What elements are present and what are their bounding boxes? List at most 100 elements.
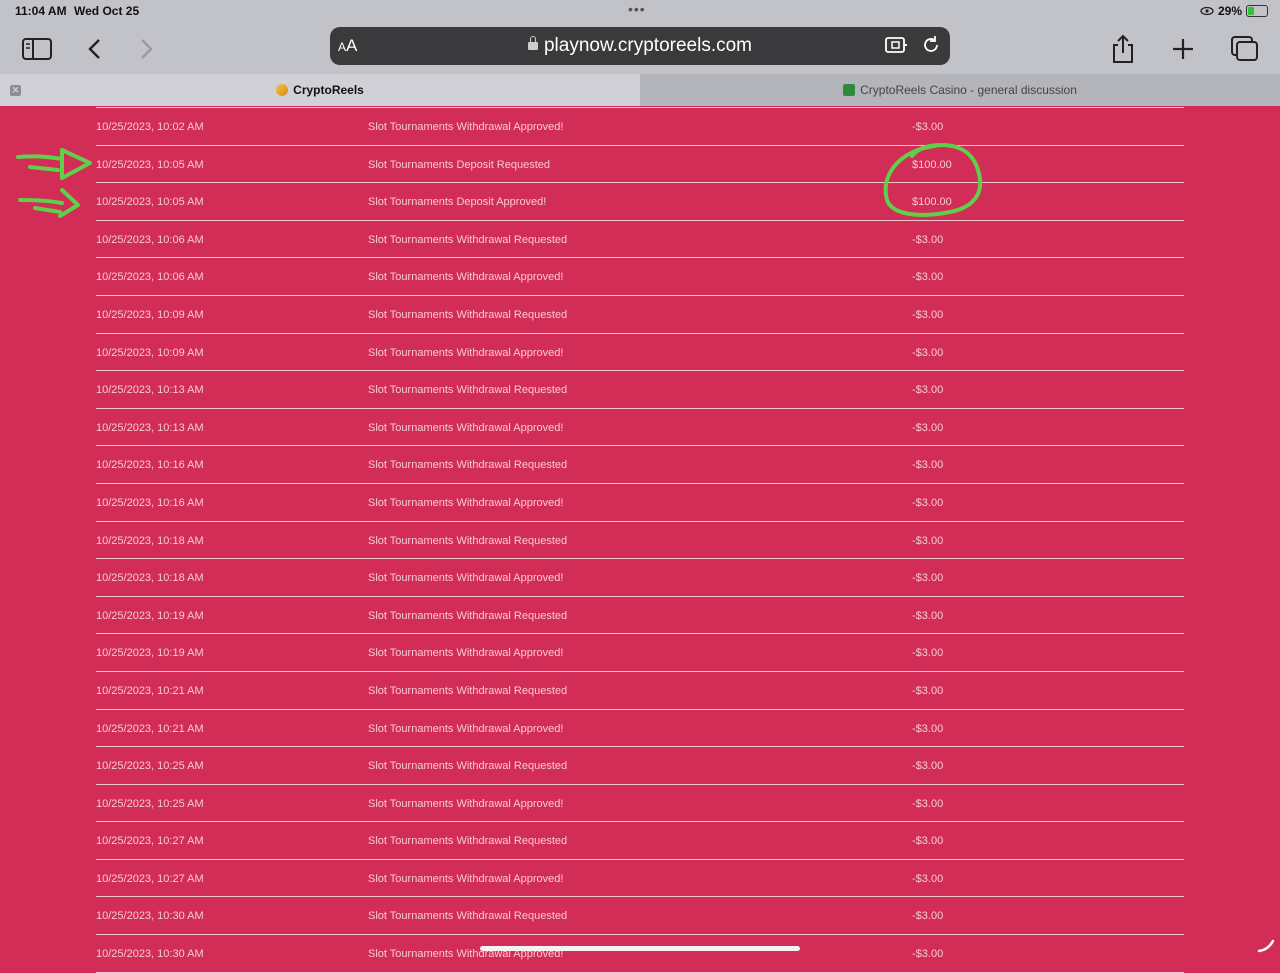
battery-icon: [1246, 5, 1268, 17]
table-row: 10/25/2023, 10:09 AM Slot Tournaments Wit…: [96, 296, 1184, 334]
table-row: 10/25/2023, 10:27 AM Slot Tournaments Wit…: [96, 822, 1184, 860]
tab-general-discussion[interactable]: CryptoReels Casino - general discussion: [640, 74, 1280, 106]
row-description: Slot Tournaments Withdrawal Requested: [368, 760, 568, 773]
row-datetime: 10/25/2023, 10:16 AM: [96, 459, 204, 472]
table-row: 10/25/2023, 10:19 AM Slot Tournaments Wit…: [96, 597, 1184, 635]
status-bar: 11:04 AM Wed Oct 25 ••• 29%: [0, 0, 1280, 24]
forum-favicon-icon: [843, 84, 856, 96]
row-datetime: 10/25/2023, 10:16 AM: [96, 496, 204, 509]
row-description: Slot Tournaments Withdrawal Requested: [368, 308, 568, 321]
row-description: Slot Tournaments Withdrawal Approved!: [368, 872, 564, 885]
row-amount: -$3.00: [912, 760, 944, 773]
sidebar-icon[interactable]: [20, 32, 54, 66]
table-row: 10/25/2023, 10:18 AM Slot Tournaments Wit…: [96, 559, 1184, 597]
tab-bar: ✕ CryptoReels CryptoReels Casino - gener…: [0, 74, 1280, 106]
row-description: Slot Tournaments Withdrawal Requested: [368, 835, 568, 848]
row-datetime: 10/25/2023, 10:30 AM: [96, 910, 204, 923]
url-text: playnow.cryptoreels.com: [543, 35, 753, 56]
row-amount: -$3.00: [912, 572, 944, 585]
row-description: Slot Tournaments Withdrawal Approved!: [368, 421, 564, 434]
back-icon[interactable]: [77, 32, 111, 66]
row-amount: -$3.00: [912, 910, 944, 923]
row-datetime: 10/25/2023, 10:05 AM: [96, 196, 204, 209]
tab-close-icon[interactable]: ✕: [10, 85, 21, 96]
table-row: 10/25/2023, 10:30 AM Slot Tournaments Wit…: [96, 935, 1184, 973]
table-row: 10/25/2023, 10:06 AM Slot Tournaments Wit…: [96, 258, 1184, 296]
new-tab-icon[interactable]: [1166, 32, 1200, 66]
address-bar[interactable]: AA playnow.cryptoreels.com: [330, 27, 950, 65]
row-amount: -$3.00: [912, 459, 944, 472]
row-datetime: 10/25/2023, 10:30 AM: [96, 948, 204, 961]
table-row: 10/25/2023, 10:19 AM Slot Tournaments Wit…: [96, 634, 1184, 672]
table-row: 10/25/2023, 10:02 AM Slot Tournaments Wit…: [96, 108, 1184, 146]
table-row: 10/25/2023, 10:06 AM Slot Tournaments Wit…: [96, 221, 1184, 259]
tab-label: CryptoReels Casino - general discussion: [860, 83, 1077, 97]
row-description: Slot Tournaments Deposit Requested: [368, 158, 551, 171]
row-datetime: 10/25/2023, 10:21 AM: [96, 722, 204, 735]
transaction-list: 10/25/2023, 10:02 AM Slot Tournaments Wit…: [96, 107, 1184, 973]
row-datetime: 10/25/2023, 10:06 AM: [96, 233, 204, 246]
table-row: 10/25/2023, 10:25 AM Slot Tournaments Wit…: [96, 785, 1184, 823]
table-row: 10/25/2023, 10:18 AM Slot Tournaments Wit…: [96, 522, 1184, 560]
lock-icon: [527, 36, 538, 50]
row-description: Slot Tournaments Withdrawal Approved!: [368, 121, 564, 133]
extension-icon[interactable]: [884, 34, 908, 61]
table-row: 10/25/2023, 10:05 AM Slot Tournaments Dep…: [96, 183, 1184, 221]
tabs-overview-icon[interactable]: [1228, 32, 1262, 66]
cryptoreels-favicon-icon: [276, 84, 289, 96]
row-description: Slot Tournaments Withdrawal Approved!: [368, 722, 564, 735]
row-description: Slot Tournaments Withdrawal Requested: [368, 459, 568, 472]
row-datetime: 10/25/2023, 10:09 AM: [96, 308, 204, 321]
row-amount: $100.00: [912, 196, 952, 209]
row-datetime: 10/25/2023, 10:19 AM: [96, 647, 204, 660]
row-datetime: 10/25/2023, 10:18 AM: [96, 534, 204, 547]
browser-toolbar: AA playnow.cryptoreels.com: [0, 24, 1280, 74]
row-description: Slot Tournaments Withdrawal Requested: [368, 534, 568, 547]
row-amount: -$3.00: [912, 684, 944, 697]
arrow-annotation-icon: [16, 148, 92, 180]
table-row: 10/25/2023, 10:09 AM Slot Tournaments Wit…: [96, 334, 1184, 372]
table-row: 10/25/2023, 10:27 AM Slot Tournaments Wit…: [96, 860, 1184, 898]
row-description: Slot Tournaments Withdrawal Approved!: [368, 797, 564, 810]
row-amount: -$3.00: [912, 722, 944, 735]
row-amount: -$3.00: [912, 609, 944, 622]
row-datetime: 10/25/2023, 10:13 AM: [96, 421, 204, 434]
row-description: Slot Tournaments Withdrawal Requested: [368, 684, 568, 697]
table-row: 10/25/2023, 10:13 AM Slot Tournaments Wit…: [96, 409, 1184, 447]
row-amount: -$3.00: [912, 308, 944, 321]
tab-cryptoreels[interactable]: ✕ CryptoReels: [0, 74, 640, 106]
url-display[interactable]: playnow.cryptoreels.com: [330, 35, 950, 57]
row-datetime: 10/25/2023, 10:18 AM: [96, 572, 204, 585]
row-amount: -$3.00: [912, 384, 944, 397]
home-indicator[interactable]: [480, 946, 800, 951]
row-description: Slot Tournaments Withdrawal Approved!: [368, 271, 564, 284]
table-row: 10/25/2023, 10:21 AM Slot Tournaments Wit…: [96, 672, 1184, 710]
row-description: Slot Tournaments Withdrawal Approved!: [368, 647, 564, 660]
table-row: 10/25/2023, 10:21 AM Slot Tournaments Wit…: [96, 710, 1184, 748]
eye-icon: [1200, 6, 1214, 16]
row-datetime: 10/25/2023, 10:27 AM: [96, 872, 204, 885]
row-datetime: 10/25/2023, 10:21 AM: [96, 684, 204, 697]
status-date: Wed Oct 25: [74, 4, 140, 18]
share-icon[interactable]: [1106, 32, 1140, 66]
row-datetime: 10/25/2023, 10:13 AM: [96, 384, 204, 397]
reload-icon[interactable]: [920, 34, 942, 61]
pencil-corner-icon[interactable]: [1256, 938, 1276, 954]
forward-icon[interactable]: [130, 32, 164, 66]
row-description: Slot Tournaments Withdrawal Approved!: [368, 572, 564, 585]
row-description: Slot Tournaments Deposit Approved!: [368, 196, 547, 209]
status-time: 11:04 AM: [15, 4, 67, 18]
status-right: 29%: [1200, 4, 1268, 18]
row-amount: -$3.00: [912, 948, 944, 961]
row-amount: $100.00: [912, 158, 952, 171]
row-datetime: 10/25/2023, 10:09 AM: [96, 346, 204, 359]
multitask-dots-icon[interactable]: •••: [628, 1, 646, 17]
table-row: 10/25/2023, 10:16 AM Slot Tournaments Wit…: [96, 446, 1184, 484]
row-datetime: 10/25/2023, 10:06 AM: [96, 271, 204, 284]
tab-label: CryptoReels: [293, 83, 364, 97]
row-amount: -$3.00: [912, 872, 944, 885]
row-description: Slot Tournaments Withdrawal Requested: [368, 384, 568, 397]
battery-percent: 29%: [1217, 4, 1242, 18]
row-amount: -$3.00: [912, 346, 944, 359]
row-description: Slot Tournaments Withdrawal Approved!: [368, 496, 564, 509]
